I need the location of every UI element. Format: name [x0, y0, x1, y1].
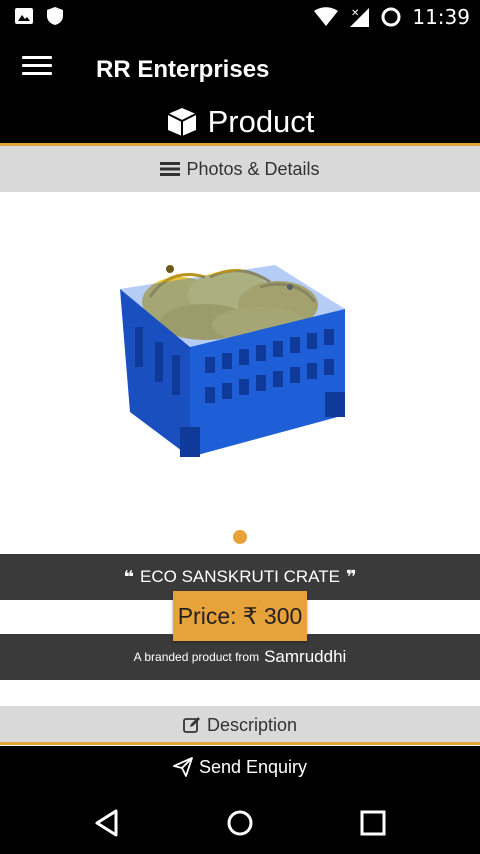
status-icons-right: ✕ 11:39 — [314, 5, 470, 29]
price-badge: Price: ₹ 300 — [173, 591, 307, 641]
description-tab[interactable]: Description — [0, 706, 480, 744]
battery-icon — [381, 7, 401, 27]
crate — [120, 265, 345, 457]
app-title: RR Enterprises — [96, 56, 270, 83]
pager-dot[interactable] — [233, 530, 247, 544]
send-icon — [173, 757, 193, 777]
page-header: Product — [0, 100, 480, 144]
shield-icon — [47, 7, 63, 25]
svg-text:✕: ✕ — [351, 8, 359, 19]
brand-name: Samruddhi — [264, 647, 347, 666]
price-label: Price: ₹ 300 — [177, 602, 303, 629]
system-nav-bar — [0, 788, 480, 854]
product-image[interactable] — [110, 247, 355, 462]
wifi-icon — [314, 7, 339, 26]
signal-icon: ✕ — [350, 8, 370, 27]
brand-prefix: A branded product from — [133, 650, 260, 664]
product-name: ECO SANSKRUTI CRATE — [140, 567, 340, 586]
app-bar: RR Enterprises — [0, 32, 480, 108]
edit-icon — [183, 717, 200, 733]
status-icons-left — [14, 6, 64, 26]
tab-label: Photos & Details — [186, 158, 320, 179]
product-content: ❝ ECO SANSKRUTI CRATE ❞ A branded produc… — [0, 192, 480, 746]
tab-photos-details[interactable]: Photos & Details — [0, 146, 480, 192]
quote-close-icon: ❞ — [345, 566, 357, 587]
recents-icon[interactable] — [356, 806, 390, 840]
back-icon[interactable] — [90, 806, 124, 840]
list-icon — [160, 162, 181, 176]
quote-open-icon: ❝ — [123, 566, 135, 587]
description-accent-line — [0, 742, 480, 745]
image-icon — [15, 8, 33, 24]
send-enquiry-label: Send Enquiry — [198, 756, 308, 777]
hamburger-menu-icon[interactable] — [22, 56, 52, 84]
status-bar: ✕ 11:39 — [0, 0, 480, 32]
page-title: Product — [207, 104, 315, 139]
description-label: Description — [206, 714, 298, 735]
status-time: 11:39 — [412, 5, 470, 29]
send-enquiry-button[interactable]: Send Enquiry — [0, 746, 480, 788]
home-icon[interactable] — [223, 806, 257, 840]
cube-icon — [167, 108, 197, 136]
